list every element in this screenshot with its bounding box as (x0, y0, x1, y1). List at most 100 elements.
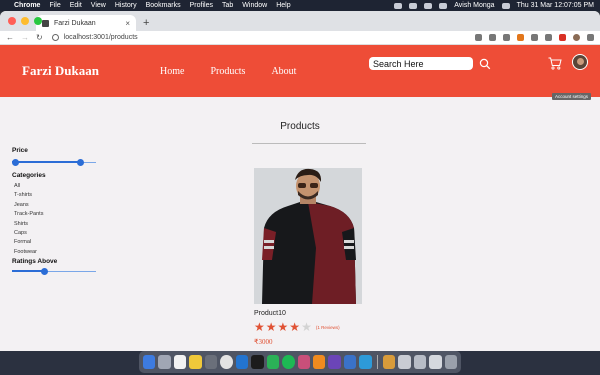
whatsapp-icon[interactable] (266, 355, 280, 369)
chrome-icon[interactable] (220, 355, 233, 369)
sidebar-icon[interactable] (545, 34, 552, 41)
product-name[interactable]: Product10 (254, 310, 364, 317)
menu-bookmarks[interactable]: Bookmarks (146, 2, 181, 9)
category-item-footwear[interactable]: Footwear (12, 248, 102, 257)
extensions-puzzle-icon[interactable] (531, 34, 538, 41)
launchpad-icon[interactable] (158, 355, 171, 369)
category-item-trackpants[interactable]: Track-Pants (12, 210, 102, 219)
browser-window: Farzi Dukaan × + ← → ↻ localhost:3001/pr… (0, 11, 600, 351)
archive-icon[interactable] (382, 355, 396, 369)
ratings-slider-fill (12, 270, 45, 273)
product-price: ₹3000 (254, 338, 273, 346)
new-tab-button[interactable]: + (143, 17, 149, 29)
finder-icon[interactable] (143, 355, 156, 369)
menu-history[interactable]: History (115, 2, 137, 9)
nav-about-link[interactable]: About (271, 66, 296, 77)
extensions-area (475, 34, 594, 41)
product-rating: ★ ★ ★ ★ ★ (1 Reviews) (254, 321, 364, 333)
star-icon: ★ (289, 320, 301, 334)
vscode-icon[interactable] (235, 355, 249, 369)
menu-view[interactable]: View (91, 2, 106, 9)
reload-icon[interactable]: ↻ (36, 33, 43, 42)
menubar-datetime[interactable]: Thu 31 Mar 12:07:05 PM (517, 2, 594, 9)
category-item-shirts[interactable]: Shirts (12, 220, 102, 229)
category-item-tshirts[interactable]: T-shirts (12, 191, 102, 200)
nav-products-link[interactable]: Products (210, 66, 245, 77)
site-info-icon[interactable] (51, 34, 59, 41)
vlc-icon[interactable] (312, 355, 326, 369)
nav-home-link[interactable]: Home (160, 66, 184, 77)
maximize-window-button[interactable] (34, 17, 42, 25)
menu-window[interactable]: Window (242, 2, 267, 9)
status-record-icon[interactable] (394, 2, 403, 9)
dock-separator (376, 355, 378, 369)
downloads-icon[interactable] (429, 355, 442, 369)
slack-icon[interactable] (297, 355, 310, 369)
ratings-slider[interactable] (12, 267, 96, 277)
site-header: Farzi Dukaan Home Products About (0, 45, 600, 97)
ratings-thumb[interactable] (41, 268, 49, 276)
cart-icon[interactable] (548, 57, 562, 75)
menu-help[interactable]: Help (276, 2, 290, 9)
trash-icon[interactable] (444, 355, 457, 369)
title-divider (252, 143, 366, 144)
profile-badge-icon[interactable] (559, 34, 566, 41)
minimize-window-button[interactable] (21, 17, 29, 25)
bookmark-star-icon[interactable] (503, 34, 510, 41)
category-item-jeans[interactable]: Jeans (12, 201, 102, 210)
category-item-caps[interactable]: Caps (12, 229, 102, 238)
status-battery-icon[interactable] (409, 2, 418, 9)
filters-panel: Price Categories All T-shirts Jeans Trac… (12, 147, 102, 277)
screenshot-icon[interactable] (413, 355, 427, 369)
menu-app-name[interactable]: Chrome (14, 2, 40, 9)
control-center-icon[interactable] (501, 2, 510, 9)
page-title: Products (280, 121, 320, 132)
menu-file[interactable]: File (49, 2, 60, 9)
account-avatar[interactable] (572, 54, 588, 70)
search-icon[interactable] (479, 58, 491, 70)
forward-arrow-icon[interactable]: → (21, 33, 29, 42)
tab-bar: Farzi Dukaan × + (0, 11, 600, 31)
back-arrow-icon[interactable]: ← (6, 33, 14, 42)
review-count: (1 Reviews) (315, 324, 340, 330)
tab-close-icon[interactable]: × (125, 19, 130, 28)
search-input[interactable] (369, 57, 473, 70)
price-min-thumb[interactable] (12, 159, 19, 166)
category-item-formal[interactable]: Formal (12, 238, 102, 247)
menubar-user[interactable]: Avish Monga (454, 2, 494, 9)
terminal-icon[interactable] (251, 355, 264, 369)
menu-profiles[interactable]: Profiles (190, 2, 213, 9)
teams-icon[interactable] (343, 355, 357, 369)
product-image[interactable] (254, 168, 362, 304)
price-max-thumb[interactable] (77, 159, 85, 166)
products-page: Products Price Categories All T-shirts J… (0, 97, 600, 351)
ratings-filter-heading: Ratings Above (12, 258, 58, 266)
menu-edit[interactable]: Edit (70, 2, 82, 9)
url-text[interactable]: localhost:3001/products (64, 34, 138, 41)
site-logo[interactable]: Farzi Dukaan (22, 63, 160, 79)
settings-icon[interactable] (204, 355, 218, 369)
docker-icon[interactable] (359, 355, 372, 369)
macos-dock (139, 351, 461, 373)
status-wifi-icon[interactable] (424, 2, 433, 9)
notes-icon[interactable] (189, 355, 202, 369)
category-item-all[interactable]: All (12, 182, 102, 191)
status-search-icon[interactable] (439, 2, 448, 9)
browser-tab[interactable]: Farzi Dukaan × (36, 15, 136, 31)
product-card[interactable]: Product10 ★ ★ ★ ★ ★ (1 Reviews) ₹3000 (254, 168, 364, 346)
preview-icon[interactable] (398, 355, 411, 369)
menu-tab[interactable]: Tab (222, 2, 233, 9)
menubar-status: Avish Monga Thu 31 Mar 12:07:05 PM (394, 2, 594, 9)
visual-studio-icon[interactable] (328, 355, 341, 369)
category-list: All T-shirts Jeans Track-Pants Shirts Ca… (12, 182, 102, 257)
share-icon[interactable] (489, 34, 496, 41)
browser-profile-avatar[interactable] (573, 34, 580, 41)
key-icon[interactable] (475, 34, 482, 41)
price-range-slider[interactable] (12, 158, 96, 168)
browser-menu-icon[interactable] (587, 34, 594, 41)
spotify-icon[interactable] (282, 355, 295, 369)
calendar-icon[interactable] (173, 355, 187, 369)
metamask-extension-icon[interactable] (517, 34, 524, 41)
window-controls (8, 17, 42, 25)
close-window-button[interactable] (8, 17, 16, 25)
